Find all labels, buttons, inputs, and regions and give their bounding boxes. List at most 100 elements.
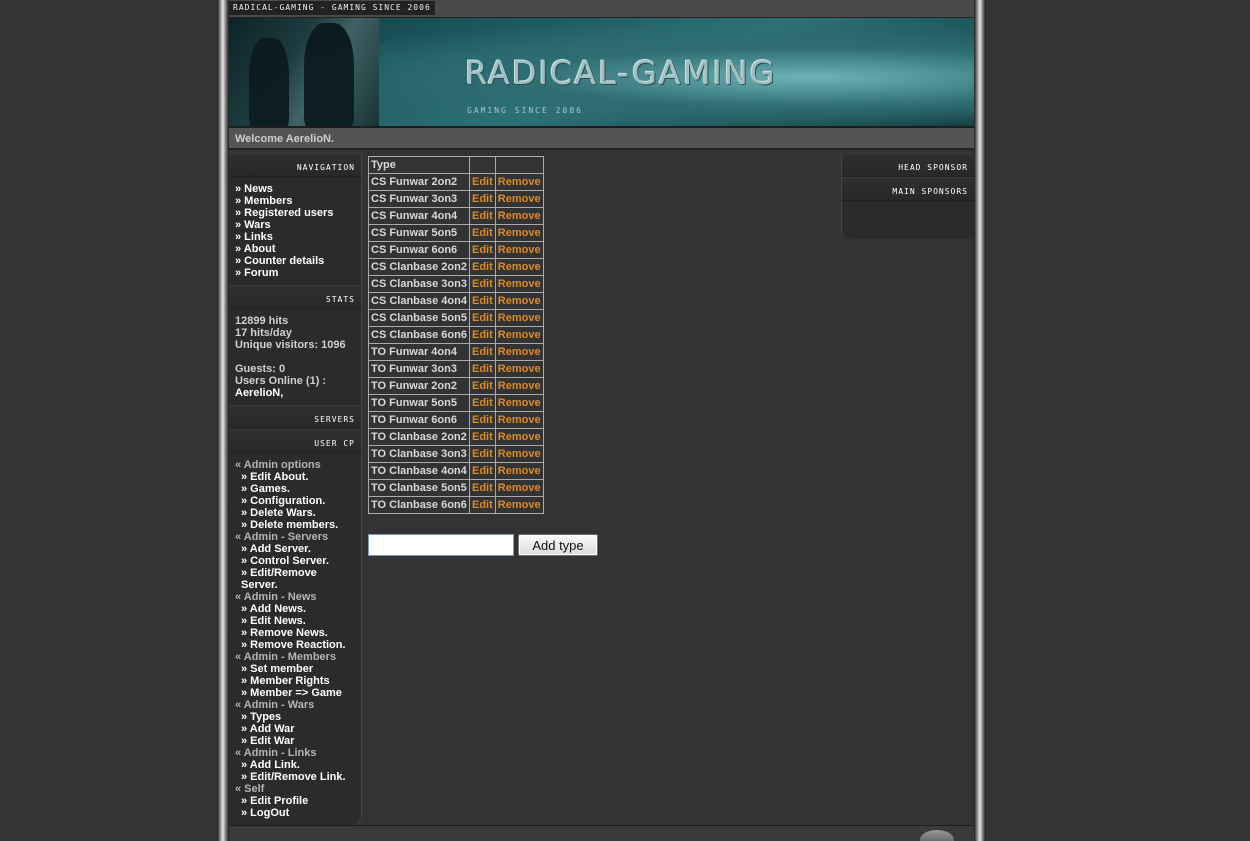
usercp-menu-item[interactable]: » Edit/Remove Server. [235, 567, 355, 591]
stat-guests: Guests: 0 [235, 363, 286, 375]
stats-panel: 12899 hits 17 hits/day Unique visitors: … [229, 309, 361, 405]
edit-link[interactable]: Edit [469, 242, 495, 258]
nav-item-news[interactable]: » News [235, 183, 355, 195]
stat-hits: 12899 hits [235, 315, 289, 327]
type-name-cell: TO Funwar 3on3 [369, 361, 469, 377]
usercp-group-label[interactable]: « Admin - Members [235, 651, 355, 663]
usercp-menu-item[interactable]: » Edit/Remove Link. [235, 771, 355, 783]
remove-link[interactable]: Remove [495, 293, 543, 309]
usercp-group-label[interactable]: « Admin options [235, 459, 355, 471]
nav-item-counter-details[interactable]: » Counter details [235, 255, 355, 267]
remove-link[interactable]: Remove [495, 395, 543, 411]
edit-link[interactable]: Edit [469, 395, 495, 411]
welcome-message: Welcome AerelioN. [229, 128, 974, 150]
usercp-menu-item[interactable]: » Edit News. [235, 615, 355, 627]
left-frame-border [217, 0, 229, 841]
add-type-button[interactable]: Add type [518, 534, 598, 556]
usercp-menu-item[interactable]: » Delete Wars. [235, 507, 355, 519]
footer-bar [229, 825, 974, 841]
remove-link[interactable]: Remove [495, 310, 543, 326]
banner-characters-image [229, 18, 379, 126]
table-row: TO Clanbase 4on4 Edit Remove [369, 463, 543, 479]
nav-item-links[interactable]: » Links [235, 231, 355, 243]
edit-link[interactable]: Edit [469, 412, 495, 428]
usercp-group-label[interactable]: « Self [235, 783, 355, 795]
new-type-input[interactable] [368, 534, 514, 556]
usercp-menu-item[interactable]: » Types [235, 711, 355, 723]
usercp-menu-item[interactable]: » Add News. [235, 603, 355, 615]
usercp-menu-item[interactable]: » Configuration. [235, 495, 355, 507]
edit-link[interactable]: Edit [469, 327, 495, 343]
edit-link[interactable]: Edit [469, 344, 495, 360]
remove-link[interactable]: Remove [495, 208, 543, 224]
type-name-cell: CS Funwar 3on3 [369, 191, 469, 207]
edit-link[interactable]: Edit [469, 208, 495, 224]
usercp-group-label[interactable]: « Admin - Servers [235, 531, 355, 543]
remove-link[interactable]: Remove [495, 344, 543, 360]
right-sidebar: Head sponsor Main sponsors [841, 153, 974, 239]
edit-link[interactable]: Edit [469, 293, 495, 309]
remove-link[interactable]: Remove [495, 361, 543, 377]
remove-link[interactable]: Remove [495, 276, 543, 292]
remove-link[interactable]: Remove [495, 174, 543, 190]
usercp-menu-item[interactable]: » Control Server. [235, 555, 355, 567]
usercp-menu-item[interactable]: » Edit About. [235, 471, 355, 483]
type-name-cell: TO Funwar 4on4 [369, 344, 469, 360]
table-row: TO Clanbase 5on5 Edit Remove [369, 480, 543, 496]
remove-link[interactable]: Remove [495, 463, 543, 479]
usercp-menu-item[interactable]: » LogOut [235, 807, 355, 819]
remove-link[interactable]: Remove [495, 191, 543, 207]
usercp-menu-item[interactable]: » Add War [235, 723, 355, 735]
usercp-menu-item[interactable]: » Remove Reaction. [235, 639, 355, 651]
edit-link[interactable]: Edit [469, 310, 495, 326]
remove-link[interactable]: Remove [495, 242, 543, 258]
edit-link[interactable]: Edit [469, 497, 495, 513]
nav-item-members[interactable]: » Members [235, 195, 355, 207]
stat-hits-per-day: 17 hits/day [235, 327, 292, 339]
edit-link[interactable]: Edit [469, 361, 495, 377]
remove-link[interactable]: Remove [495, 259, 543, 275]
remove-link[interactable]: Remove [495, 446, 543, 462]
usercp-menu-item[interactable]: » Edit Profile [235, 795, 355, 807]
usercp-menu-item[interactable]: » Add Link. [235, 759, 355, 771]
usercp-menu-item[interactable]: » Games. [235, 483, 355, 495]
edit-link[interactable]: Edit [469, 191, 495, 207]
usercp-menu-item[interactable]: » Edit War [235, 735, 355, 747]
usercp-menu-item[interactable]: » Remove News. [235, 627, 355, 639]
edit-link[interactable]: Edit [469, 463, 495, 479]
remove-link[interactable]: Remove [495, 412, 543, 428]
nav-item-about[interactable]: » About [235, 243, 355, 255]
edit-link[interactable]: Edit [469, 259, 495, 275]
usercp-menu-item[interactable]: » Member Rights [235, 675, 355, 687]
usercp-group-label[interactable]: « Admin - News [235, 591, 355, 603]
usercp-menu: « Admin options» Edit About.» Games.» Co… [229, 453, 361, 825]
edit-link[interactable]: Edit [469, 446, 495, 462]
table-row: CS Clanbase 2on2 Edit Remove [369, 259, 543, 275]
remove-link[interactable]: Remove [495, 225, 543, 241]
edit-link[interactable]: Edit [469, 174, 495, 190]
usercp-group-label[interactable]: « Admin - Links [235, 747, 355, 759]
edit-link[interactable]: Edit [469, 429, 495, 445]
usercp-menu-item[interactable]: » Set member [235, 663, 355, 675]
nav-item-forum[interactable]: » Forum [235, 267, 355, 279]
usercp-group-label[interactable]: « Admin - Wars [235, 699, 355, 711]
edit-link[interactable]: Edit [469, 480, 495, 496]
remove-link[interactable]: Remove [495, 429, 543, 445]
online-user-link[interactable]: AerelioN, [235, 387, 355, 399]
remove-link[interactable]: Remove [495, 497, 543, 513]
nav-item-wars[interactable]: » Wars [235, 219, 355, 231]
nav-item-registered-users[interactable]: » Registered users [235, 207, 355, 219]
usercp-menu-item[interactable]: » Member => Game [235, 687, 355, 699]
edit-link[interactable]: Edit [469, 378, 495, 394]
remove-link[interactable]: Remove [495, 480, 543, 496]
table-row: TO Clanbase 3on3 Edit Remove [369, 446, 543, 462]
edit-link[interactable]: Edit [469, 225, 495, 241]
usercp-menu-item[interactable]: » Add Server. [235, 543, 355, 555]
navigation-menu: » News» Members» Registered users» Wars»… [229, 177, 361, 285]
type-name-cell: CS Clanbase 2on2 [369, 259, 469, 275]
edit-link[interactable]: Edit [469, 276, 495, 292]
remove-link[interactable]: Remove [495, 327, 543, 343]
usercp-menu-item[interactable]: » Delete members. [235, 519, 355, 531]
table-row: CS Funwar 2on2 Edit Remove [369, 174, 543, 190]
remove-link[interactable]: Remove [495, 378, 543, 394]
